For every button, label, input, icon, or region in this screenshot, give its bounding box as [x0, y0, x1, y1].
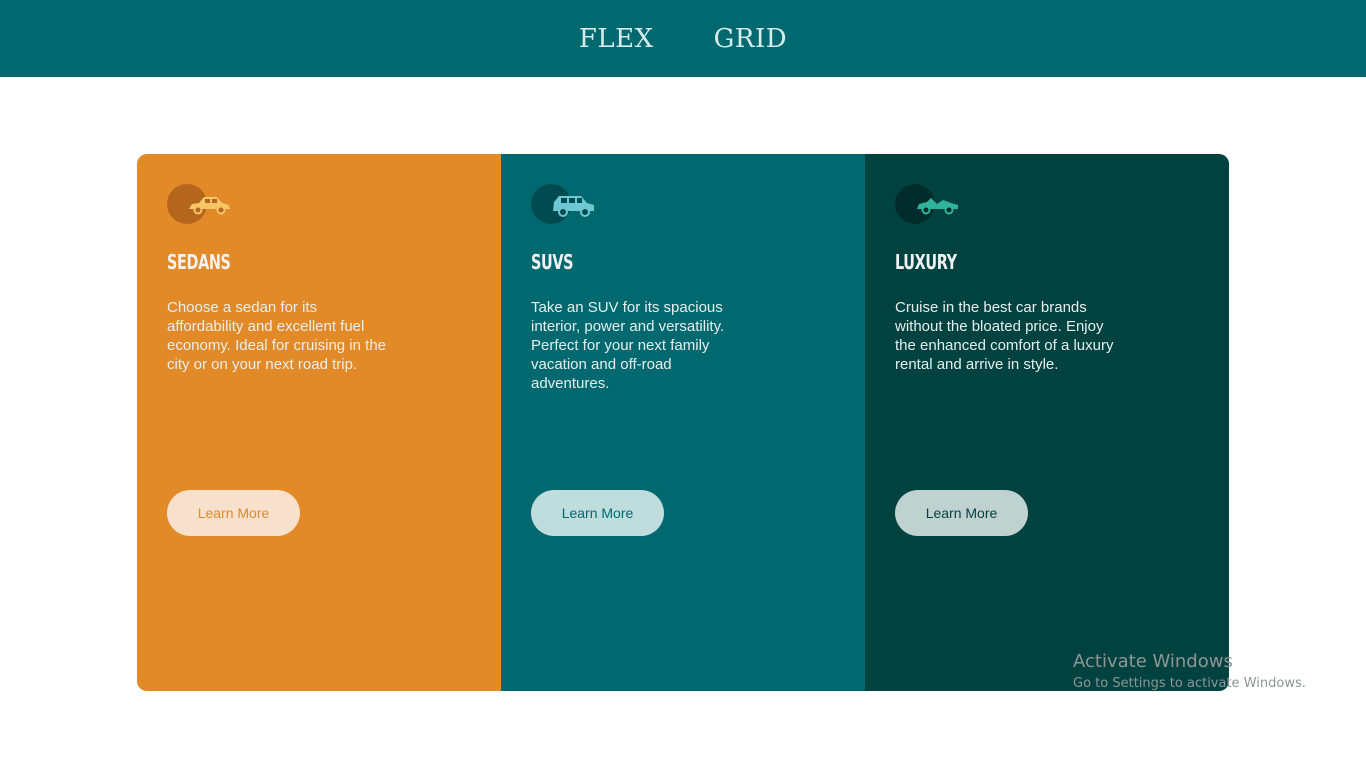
- card-title: SUVS: [531, 250, 574, 274]
- card-description: Cruise in the best car brands without th…: [895, 299, 1114, 373]
- card-title: SEDANS: [167, 250, 231, 274]
- luxury-car-icon: [895, 184, 965, 224]
- windows-activation-watermark: Activate Windows Go to Settings to activ…: [1073, 652, 1363, 692]
- card-description: Take an SUV for its spacious interior, p…: [531, 299, 725, 392]
- card-sedans: SEDANS Choose a sedan for its affordabil…: [137, 154, 501, 691]
- card-description: Choose a sedan for its affordability and…: [167, 299, 387, 373]
- learn-more-button[interactable]: Learn More: [167, 490, 300, 536]
- card-luxury: LUXURY Cruise in the best car brands wit…: [865, 154, 1229, 691]
- learn-more-button[interactable]: Learn More: [531, 490, 664, 536]
- nav-grid-link[interactable]: GRID: [714, 26, 787, 52]
- watermark-subtitle: Go to Settings to activate Windows.: [1073, 676, 1306, 691]
- card-title: LUXURY: [895, 250, 957, 274]
- watermark-title: Activate Windows: [1073, 651, 1233, 672]
- suv-car-icon: [531, 184, 601, 224]
- learn-more-button[interactable]: Learn More: [895, 490, 1028, 536]
- card-suvs: SUVS Take an SUV for its spacious interi…: [501, 154, 865, 691]
- top-nav: FLEX GRID: [0, 0, 1366, 77]
- nav-flex-link[interactable]: FLEX: [579, 26, 654, 52]
- sedan-car-icon: [167, 184, 237, 224]
- card-container: SEDANS Choose a sedan for its affordabil…: [137, 154, 1229, 691]
